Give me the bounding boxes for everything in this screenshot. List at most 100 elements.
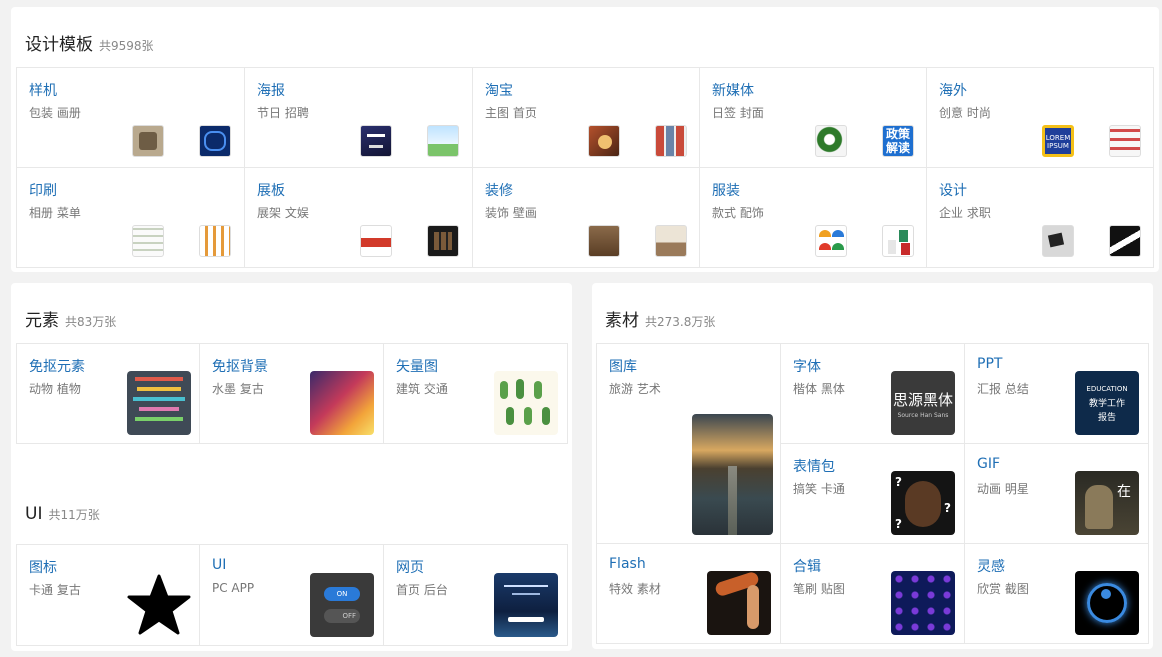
- templates-panel: 设计模板 共9598张 样机 包装 画册 海报 节日 招聘 淘宝 主图 首页 新媒…: [11, 7, 1159, 272]
- ui-tags: 卡通 复古: [29, 583, 81, 597]
- template-name[interactable]: 印刷: [29, 180, 57, 200]
- template-cell-overseas[interactable]: 海外 创意 时尚 LOREM IPSUM: [927, 68, 1154, 168]
- box-blue-icon[interactable]: [199, 125, 231, 157]
- material-name[interactable]: 字体: [793, 356, 821, 376]
- gif-monkey-icon[interactable]: 在: [1075, 471, 1139, 535]
- material-name[interactable]: 灵感: [977, 556, 1005, 576]
- template-cell-taobao[interactable]: 淘宝 主图 首页: [473, 68, 700, 168]
- template-name[interactable]: 装修: [485, 180, 513, 200]
- template-tags: 主图 首页: [485, 106, 537, 120]
- collection-grid-icon[interactable]: [891, 571, 955, 635]
- inspiration-yinyang-icon[interactable]: [1075, 571, 1139, 635]
- materials-count: 共273.8万张: [645, 315, 716, 329]
- element-cell-vector[interactable]: 矢量图 建筑 交通: [384, 344, 568, 444]
- board-dark-icon[interactable]: [427, 225, 459, 257]
- template-cell-mockup[interactable]: 样机 包装 画册: [17, 68, 245, 168]
- exhibit-board-icon[interactable]: [360, 225, 392, 257]
- template-cell-poster[interactable]: 海报 节日 招聘: [245, 68, 473, 168]
- railway-photo-icon[interactable]: [692, 414, 773, 535]
- material-name[interactable]: 合辑: [793, 556, 821, 576]
- ui-cell-ui[interactable]: UI PC APP ON OFF: [200, 545, 384, 646]
- template-cell-print[interactable]: 印刷 相册 菜单: [17, 168, 245, 268]
- material-cell-inspiration[interactable]: 灵感 欣赏 截图: [965, 544, 1149, 644]
- elements-grid: 免抠元素 动物 植物 免抠背景 水墨 复古 矢量图 建筑 交通: [16, 343, 568, 444]
- toggle-off-text: OFF: [342, 612, 356, 620]
- lorem-ipsum-text: LOREM IPSUM: [1045, 134, 1071, 150]
- material-cell-ppt[interactable]: PPT 汇报 总结 EDUCATION 教学工作 报告: [965, 344, 1149, 444]
- gif-char: 在: [1117, 484, 1131, 500]
- poster-dark-icon[interactable]: [360, 125, 392, 157]
- material-name[interactable]: Flash: [609, 556, 646, 572]
- template-cell-newmedia[interactable]: 新媒体 日签 封面 政策解读: [700, 68, 927, 168]
- template-cell-decor[interactable]: 装修 装饰 壁画: [473, 168, 700, 268]
- material-tags: 笔刷 贴图: [793, 582, 845, 596]
- template-name[interactable]: 样机: [29, 80, 57, 100]
- brochure-icon[interactable]: [132, 225, 164, 257]
- element-name[interactable]: 免抠背景: [212, 356, 268, 376]
- resume-icon[interactable]: [1109, 225, 1141, 257]
- umbrella-icon[interactable]: [815, 225, 847, 257]
- menu-icon[interactable]: [199, 225, 231, 257]
- cactus-icon[interactable]: [494, 371, 558, 435]
- element-name[interactable]: 矢量图: [396, 356, 438, 376]
- material-cell-collection[interactable]: 合辑 笔刷 贴图: [781, 544, 965, 644]
- ui-name[interactable]: UI: [212, 557, 226, 573]
- ui-cell-webpage[interactable]: 网页 首页 后台: [384, 545, 568, 646]
- template-cell-clothing[interactable]: 服装 款式 配饰: [700, 168, 927, 268]
- policy-cover-icon[interactable]: 政策解读: [882, 125, 914, 157]
- flower-icon[interactable]: [815, 125, 847, 157]
- room-wood-icon[interactable]: [588, 225, 620, 257]
- element-name[interactable]: 免抠元素: [29, 356, 85, 376]
- flash-girl-icon[interactable]: [707, 571, 771, 635]
- template-name[interactable]: 海报: [257, 80, 285, 100]
- mockup-stamp-icon[interactable]: [132, 125, 164, 157]
- element-cell-background[interactable]: 免抠背景 水墨 复古: [200, 344, 384, 444]
- material-name[interactable]: PPT: [977, 356, 1002, 372]
- material-name[interactable]: 表情包: [793, 456, 835, 476]
- template-cell-design[interactable]: 设计 企业 求职: [927, 168, 1154, 268]
- material-cell-meme[interactable]: 表情包 搞笑 卡通 ? ? ?: [781, 444, 965, 544]
- template-name[interactable]: 设计: [939, 180, 967, 200]
- gradient-bg-icon[interactable]: [310, 371, 374, 435]
- templates-count: 共9598张: [99, 39, 154, 53]
- template-tags: 创意 时尚: [939, 106, 991, 120]
- template-tags: 相册 菜单: [29, 206, 81, 220]
- material-cell-flash[interactable]: Flash 特效 素材: [597, 544, 781, 644]
- fashion-icon[interactable]: [1109, 125, 1141, 157]
- material-cell-font[interactable]: 字体 楷体 黑体 思源黑体 Source Han Sans: [781, 344, 965, 444]
- ui-name[interactable]: 网页: [396, 557, 424, 577]
- material-cell-gallery[interactable]: 图库 旅游 艺术: [597, 344, 781, 544]
- toggle-switch-icon[interactable]: ON OFF: [310, 573, 374, 637]
- ui-grid: 图标 卡通 复古 UI PC APP ON OFF 网页 首页 后台: [16, 544, 568, 646]
- taobao-collage-icon[interactable]: [655, 125, 687, 157]
- template-name[interactable]: 海外: [939, 80, 967, 100]
- business-card-icon[interactable]: [1042, 225, 1074, 257]
- template-name[interactable]: 展板: [257, 180, 285, 200]
- material-tags: 楷体 黑体: [793, 382, 845, 396]
- webpage-icon[interactable]: [494, 573, 558, 637]
- ribbons-icon[interactable]: [127, 371, 191, 435]
- material-name[interactable]: GIF: [977, 456, 1000, 472]
- ui-cell-icon[interactable]: 图标 卡通 复古: [17, 545, 200, 646]
- clothing-icon[interactable]: [882, 225, 914, 257]
- element-cell-cutout[interactable]: 免抠元素 动物 植物: [17, 344, 200, 444]
- template-name[interactable]: 服装: [712, 180, 740, 200]
- font-sample-icon[interactable]: 思源黑体 Source Han Sans: [891, 371, 955, 435]
- template-name[interactable]: 淘宝: [485, 80, 513, 100]
- ui-tags: PC APP: [212, 581, 255, 595]
- lorem-ipsum-icon[interactable]: LOREM IPSUM: [1042, 125, 1074, 157]
- meme-face-icon[interactable]: ? ? ?: [891, 471, 955, 535]
- ui-tags: 首页 后台: [396, 583, 448, 597]
- ppt-cover-icon[interactable]: EDUCATION 教学工作 报告: [1075, 371, 1139, 435]
- template-name[interactable]: 新媒体: [712, 80, 754, 100]
- material-name[interactable]: 图库: [609, 356, 637, 376]
- material-tags: 搞笑 卡通: [793, 482, 845, 496]
- room-interior-icon[interactable]: [655, 225, 687, 257]
- material-cell-gif[interactable]: GIF 动画 明星 在: [965, 444, 1149, 544]
- ui-name[interactable]: 图标: [29, 557, 57, 577]
- template-cell-exhibit[interactable]: 展板 展架 文娱: [245, 168, 473, 268]
- poster-paper-plane-icon[interactable]: [427, 125, 459, 157]
- star-icon[interactable]: [127, 573, 191, 637]
- materials-panel: 素材 共273.8万张 图库 旅游 艺术 字体 楷体 黑体 思源黑体 Source…: [592, 283, 1153, 649]
- taobao-food-icon[interactable]: [588, 125, 620, 157]
